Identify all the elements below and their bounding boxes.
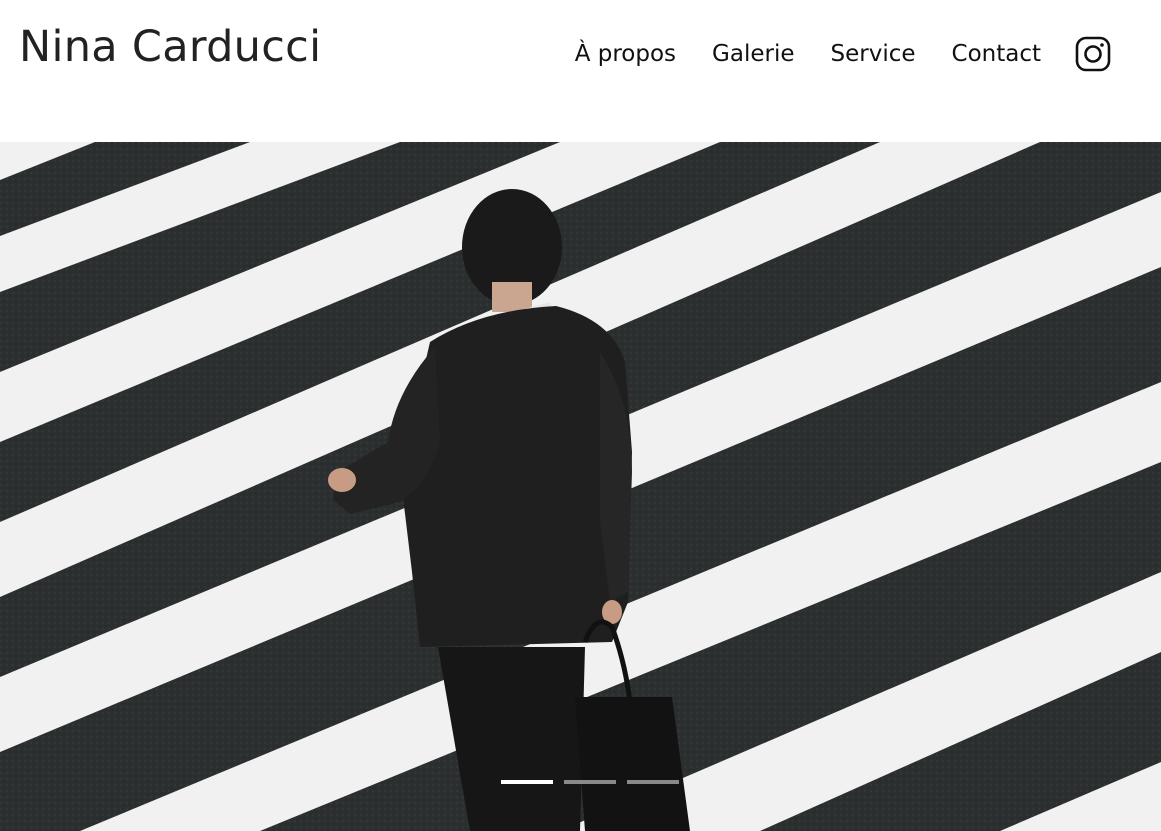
site-title: Nina Carducci [19,22,322,72]
instagram-icon [1075,36,1111,72]
nav-link-service[interactable]: Service [831,36,916,72]
site-header: Nina Carducci À propos Galerie Service C… [0,0,1161,142]
carousel-indicator-1[interactable] [501,780,553,784]
carousel-indicator-3[interactable] [627,780,679,784]
hero-image [0,142,1161,831]
main-nav: À propos Galerie Service Contact [575,36,1147,72]
carousel-indicators [501,780,690,784]
instagram-link[interactable] [1075,36,1111,72]
hero-carousel[interactable] [0,142,1161,831]
nav-link-about[interactable]: À propos [575,36,676,72]
carousel-indicator-2[interactable] [564,780,616,784]
nav-link-gallery[interactable]: Galerie [712,36,794,72]
nav-link-contact[interactable]: Contact [952,36,1041,72]
